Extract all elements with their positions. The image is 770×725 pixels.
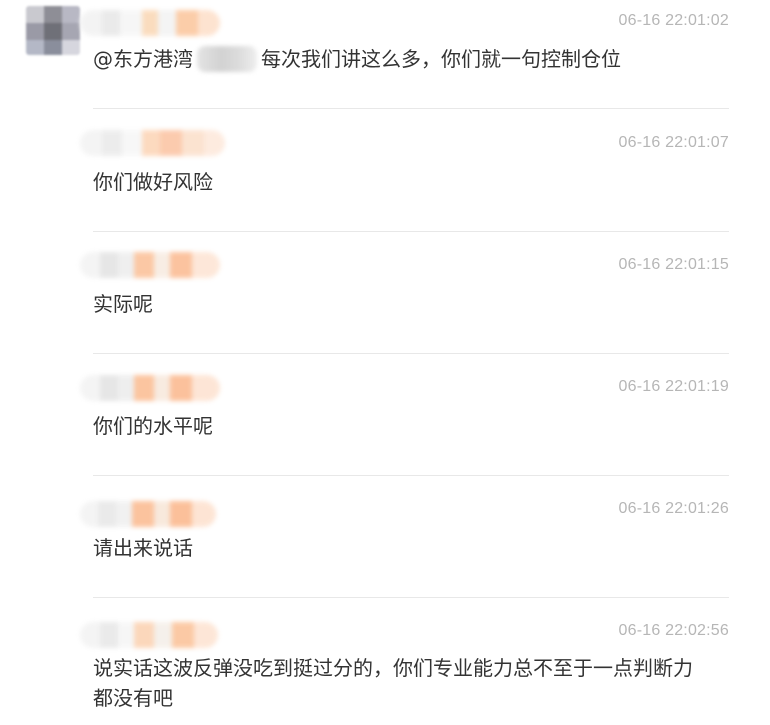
avatar[interactable]: [26, 6, 80, 55]
comment-text: 说实话这波反弹没吃到挺过分的，你们专业能力总不至于一点判断力都没有吧: [93, 656, 693, 710]
username-blurred[interactable]: [80, 375, 220, 401]
divider: [93, 353, 729, 354]
username-blurred[interactable]: [80, 252, 220, 278]
mention-link[interactable]: @东方港湾: [93, 47, 193, 71]
comment-text: 你们的水平呢: [93, 414, 213, 438]
comment-body: 每次我们讲这么多，你们就一句控制仓位: [261, 47, 621, 71]
comment-time: 06-16 22:02:56: [618, 622, 729, 639]
comment-time: 06-16 22:01:02: [618, 12, 729, 29]
divider: [93, 108, 729, 109]
comment-time: 06-16 22:01:15: [618, 256, 729, 273]
divider: [93, 475, 729, 476]
username-blurred[interactable]: [80, 130, 225, 156]
comment-time: 06-16 22:01:07: [618, 134, 729, 151]
username-blurred[interactable]: [80, 10, 220, 36]
comment-time: 06-16 22:01:26: [618, 500, 729, 517]
divider: [93, 231, 729, 232]
comment-text: 你们做好风险: [93, 170, 213, 194]
username-blurred[interactable]: [80, 501, 216, 527]
comment-text: @东方港湾 每次我们讲这么多，你们就一句控制仓位: [93, 44, 693, 74]
username-blurred[interactable]: [80, 622, 218, 648]
divider: [93, 597, 729, 598]
comment-text: 实际呢: [93, 292, 153, 316]
comment-text: 请出来说话: [93, 536, 193, 560]
comment-time: 06-16 22:01:19: [618, 378, 729, 395]
mention-blurred: [197, 46, 257, 72]
